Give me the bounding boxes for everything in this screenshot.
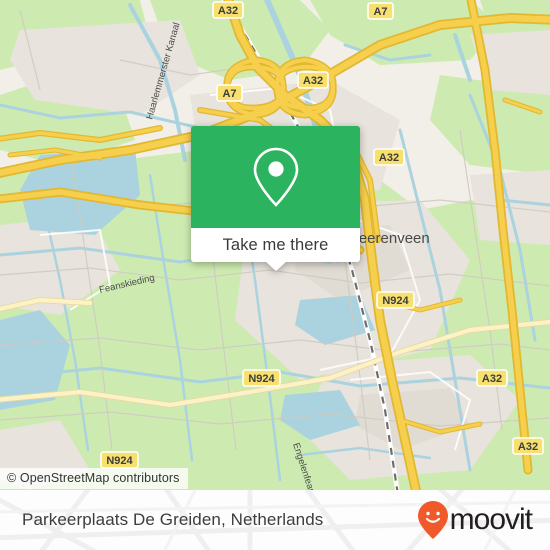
map-pin-icon [253,147,298,207]
page-title: Parkeerplaats De Greiden, Netherlands [22,510,324,529]
road-shield-a32: A32 [476,369,508,387]
callout-icon-area [191,126,360,228]
road-shield-a32: A32 [297,71,329,89]
svg-text:A32: A32 [303,75,323,87]
road-shield-a7: A7 [367,2,394,20]
moovit-logo[interactable]: moovit [417,501,533,539]
svg-text:A7: A7 [373,6,387,18]
road-shield-n924: N924 [100,451,139,469]
road-shield-a32: A32 [212,1,244,19]
map-attribution[interactable]: © OpenStreetMap contributors [0,468,188,489]
callout-tail [264,261,287,271]
svg-text:A32: A32 [218,5,238,17]
road-shield-n924: N924 [376,291,415,309]
svg-text:N924: N924 [248,373,275,385]
svg-text:A32: A32 [482,373,502,385]
place-label-heerenveen: Heerenveen [348,230,430,247]
take-me-there-button[interactable]: Take me there [191,228,360,271]
moovit-wordmark: moovit [449,503,533,536]
svg-text:A32: A32 [518,441,538,453]
moovit-place-card: Haarlemmerster Kanaal Feanskieding Engel… [0,0,550,550]
road-shield-n924: N924 [242,369,281,387]
svg-text:A7: A7 [222,88,236,100]
road-shield-a32: A32 [512,437,544,455]
svg-text:N924: N924 [382,295,409,307]
take-me-there-label: Take me there [222,235,329,254]
footer-bar: Parkeerplaats De Greiden, Netherlands mo… [0,490,550,550]
moovit-pin-icon [417,501,448,539]
svg-text:N924: N924 [106,455,133,467]
road-shield-a7: A7 [216,84,243,102]
place-callout[interactable]: Take me there [191,126,360,271]
road-shield-a32: A32 [373,148,405,166]
svg-text:A32: A32 [379,152,399,164]
